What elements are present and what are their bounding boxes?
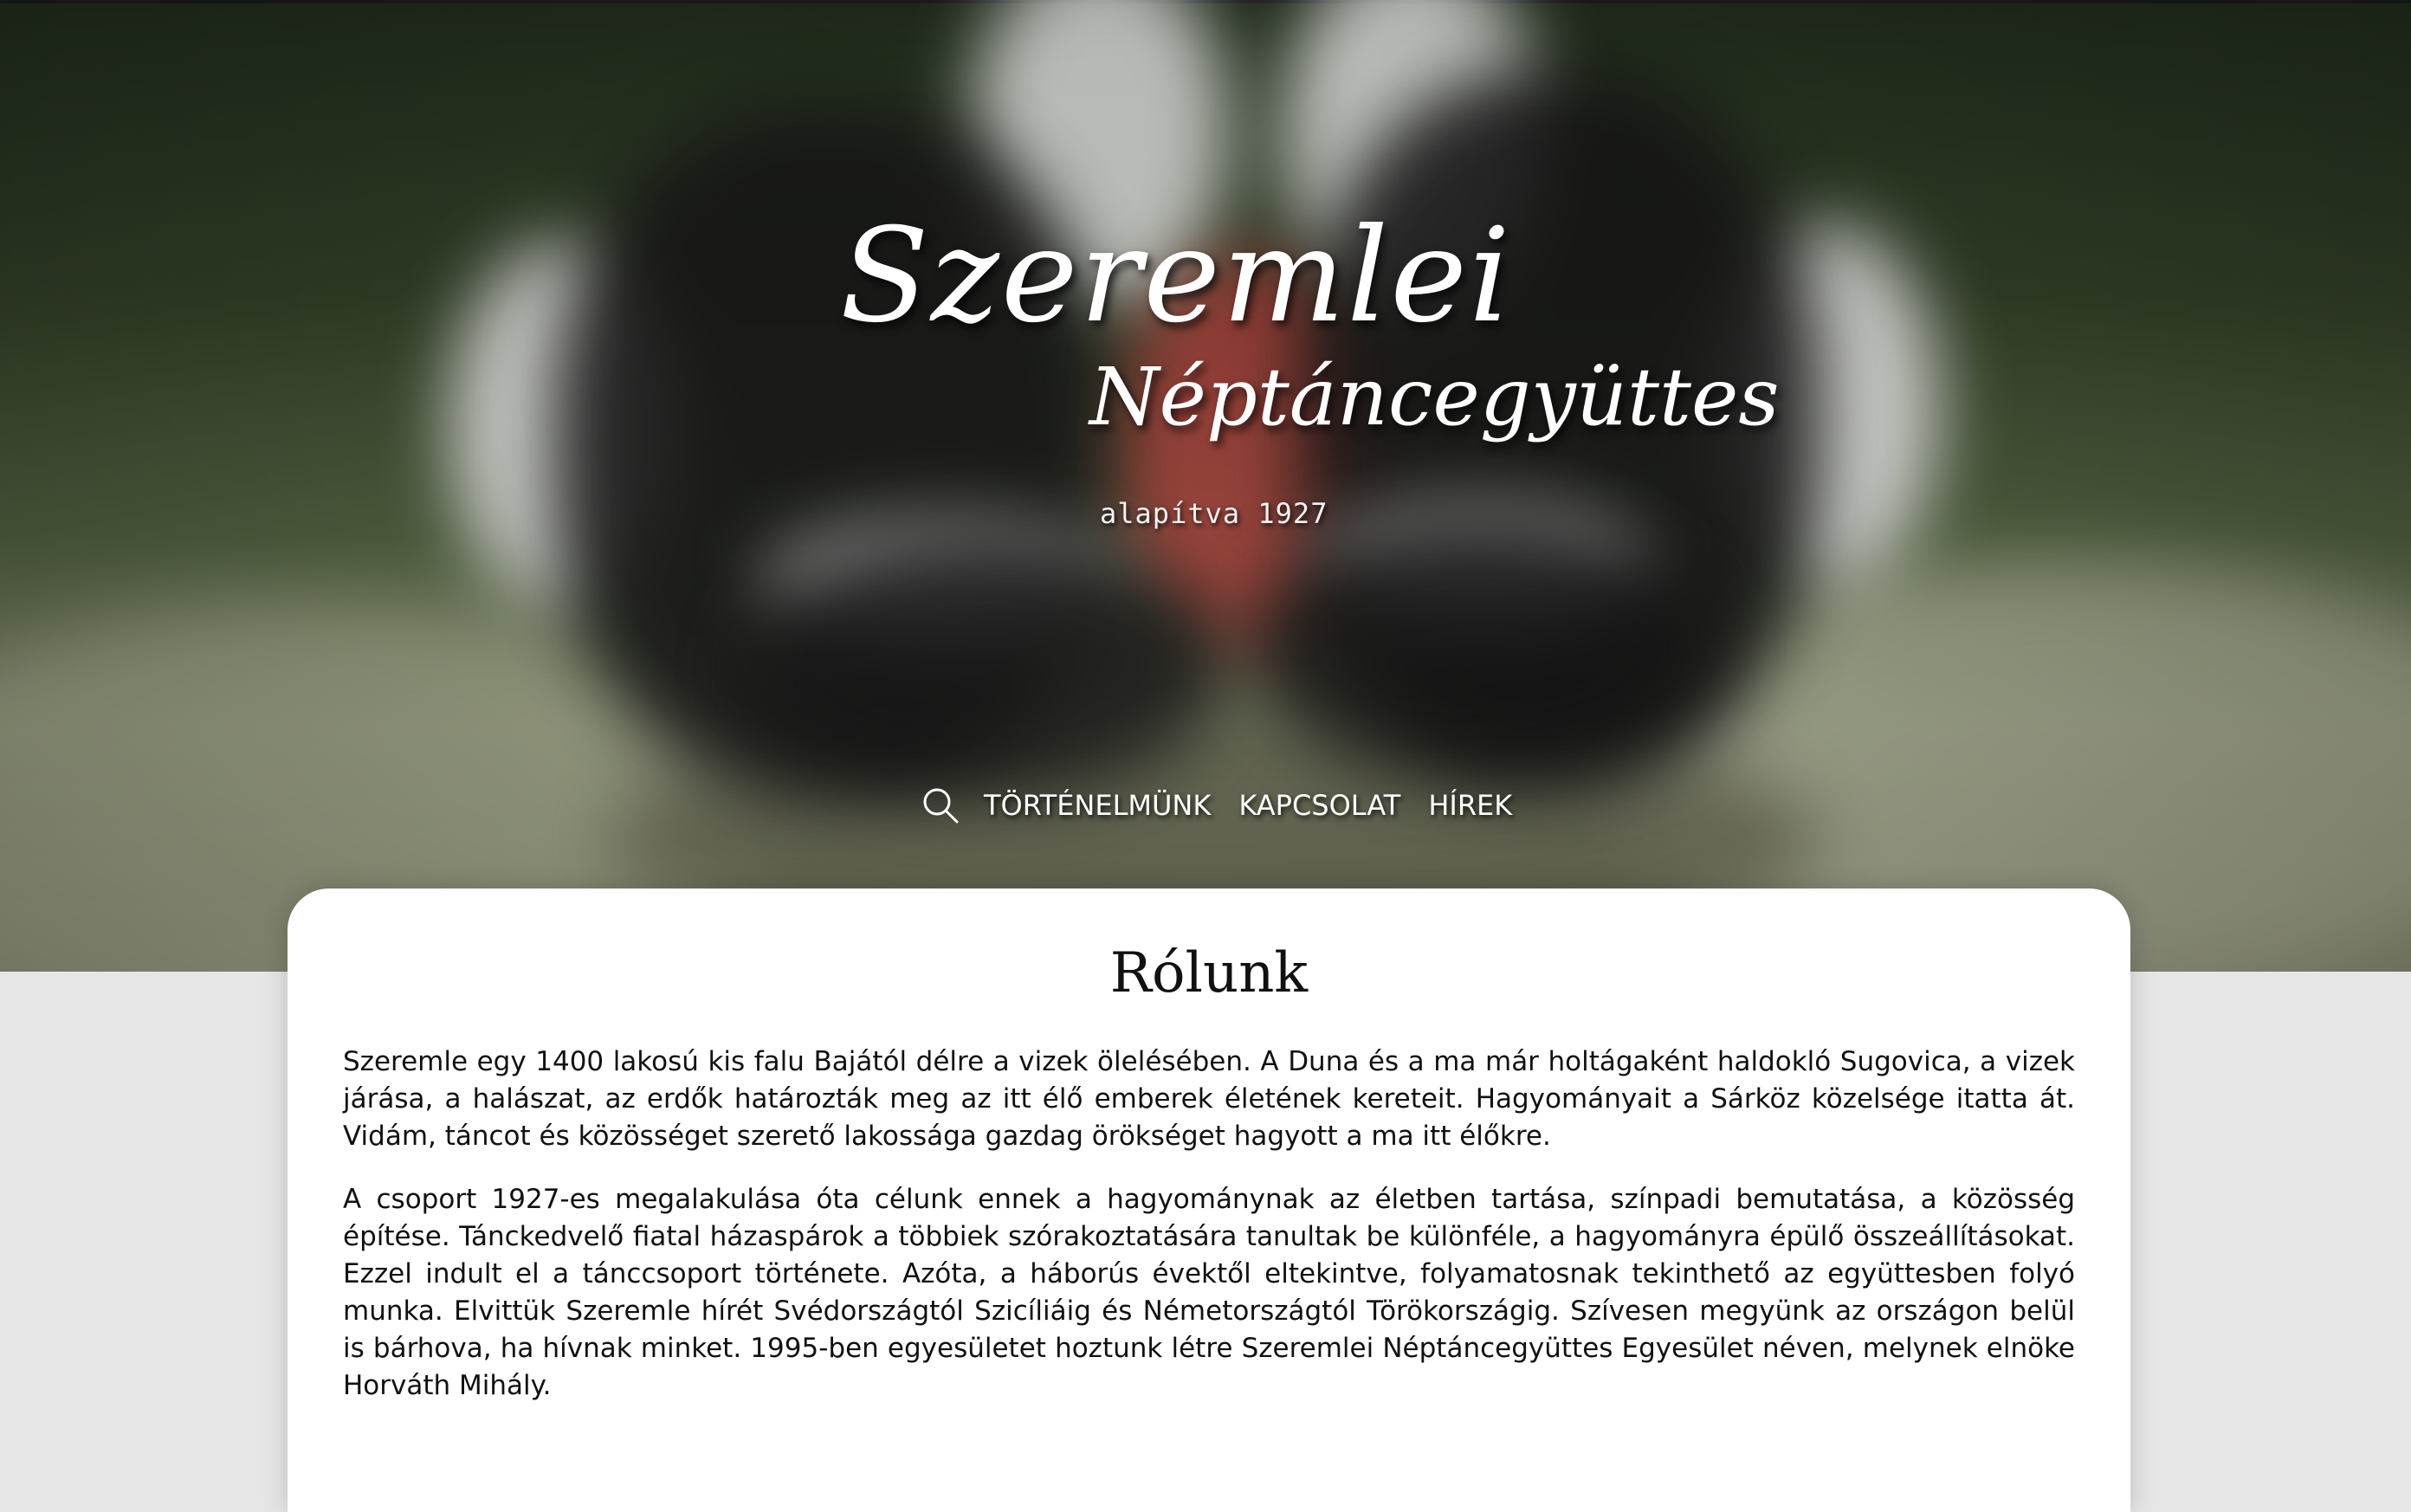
site-title-line1: Szeremlei <box>840 201 1512 352</box>
search-icon[interactable] <box>921 786 960 824</box>
site-title-line2: Néptáncegyüttes <box>1089 351 1780 443</box>
nav-item-hirek[interactable]: HÍREK <box>1428 789 1512 822</box>
about-paragraph-1: Szeremle egy 1400 lakosú kis falu Bajátó… <box>343 1045 2075 1152</box>
about-paragraph-2: A csoport 1927-es megalakulása óta célun… <box>343 1183 2075 1401</box>
nav-item-tortenelmunk[interactable]: TÖRTÉNELMÜNK <box>984 789 1211 822</box>
nav-item-kapcsolat[interactable]: KAPCSOLAT <box>1238 789 1400 822</box>
site-subtitle: alapítva 1927 <box>1100 497 1328 530</box>
about-card: Rólunk Szeremle egy 1400 lakosú kis falu… <box>288 888 2130 1512</box>
main-nav: TÖRTÉNELMÜNK KAPCSOLAT HÍREK <box>921 779 1540 831</box>
hero-banner: Szeremlei Néptáncegyüttes alapítva 1927 … <box>0 0 2411 972</box>
about-heading: Rólunk <box>1109 941 1309 1005</box>
